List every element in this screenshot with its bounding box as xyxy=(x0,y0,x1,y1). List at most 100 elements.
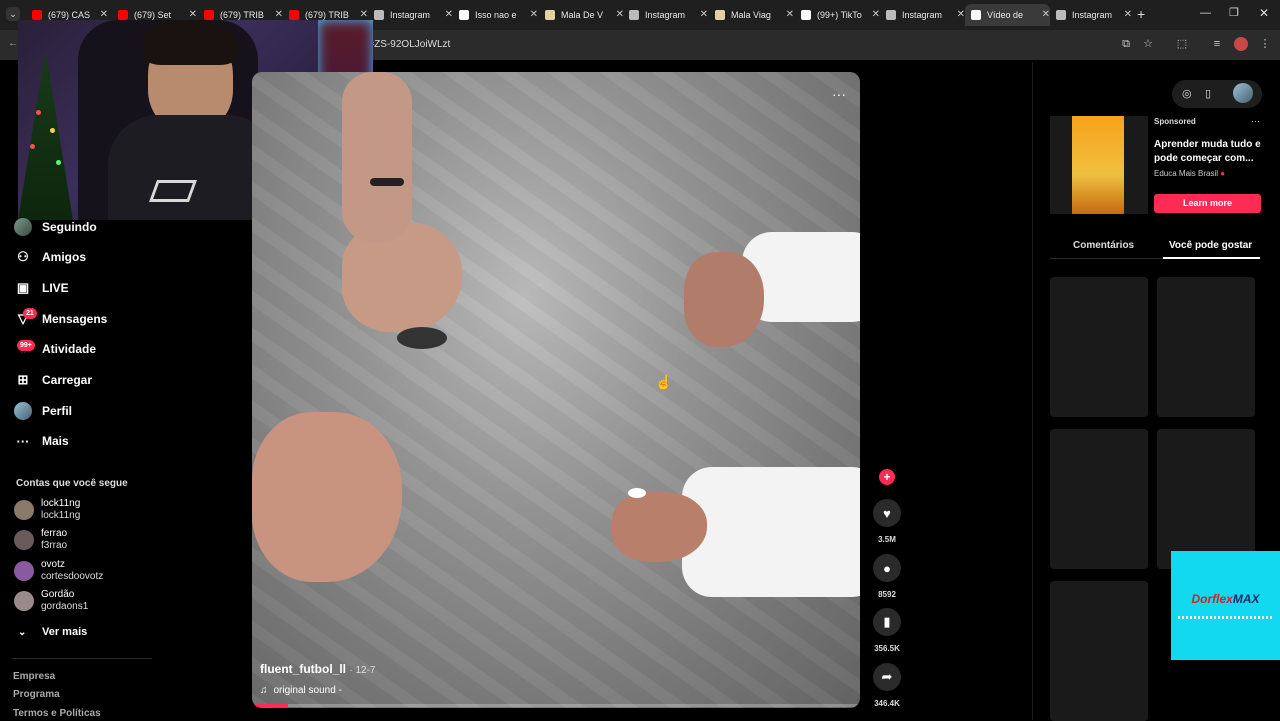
tab-you-may-like[interactable]: Você pode gostar xyxy=(1169,240,1252,251)
sidebar-item-perfil[interactable]: Perfil xyxy=(14,399,72,423)
close-tab-icon[interactable]: ✕ xyxy=(700,9,708,20)
author-name[interactable]: fluent_futbol_ll xyxy=(260,662,346,676)
sleeve-bottom-right xyxy=(682,467,860,597)
overlay-ad-logo: DorflexMAX xyxy=(1191,592,1259,606)
close-tab-icon[interactable]: ✕ xyxy=(100,9,108,20)
tab-favicon xyxy=(886,10,896,20)
extensions-icon[interactable]: ⬚ xyxy=(1175,37,1189,51)
live-icon: ▣ xyxy=(16,280,30,295)
new-tab-button[interactable]: + xyxy=(1137,6,1145,22)
tab-comments[interactable]: Comentários xyxy=(1073,240,1134,251)
browser-tab[interactable]: Mala De V ✕ xyxy=(539,4,624,26)
browser-tab[interactable]: Instagram ✕ xyxy=(368,4,453,26)
tab-search-icon[interactable]: ⌄ xyxy=(6,7,20,21)
tree-lights xyxy=(36,110,41,115)
hand-top-right xyxy=(684,252,764,347)
close-tab-icon[interactable]: ✕ xyxy=(530,9,538,20)
tab-favicon xyxy=(459,10,469,20)
comment-button[interactable]: ● xyxy=(873,554,901,582)
ad-more-icon[interactable]: ··· xyxy=(1251,116,1260,126)
like-button[interactable]: ♥ xyxy=(873,499,901,527)
video-author[interactable]: fluent_futbol_ll · 12-7 xyxy=(260,662,375,676)
share-button[interactable]: ➦ xyxy=(873,663,901,691)
browser-tab[interactable]: Instagram ✕ xyxy=(623,4,708,26)
sidebar-item-live[interactable]: ▣ LIVE xyxy=(14,276,69,300)
ad-title[interactable]: Aprender muda tudo e pode começar com... xyxy=(1154,138,1264,166)
followed-account[interactable]: ferrao f3rrao xyxy=(14,525,67,555)
followed-account[interactable]: lock11ng lock11ng xyxy=(14,495,80,525)
overlay-ad-banner[interactable]: DorflexMAX xyxy=(1171,551,1280,660)
maximize-button[interactable]: ❐ xyxy=(1229,6,1239,19)
progress-track[interactable] xyxy=(252,704,860,707)
address-bar[interactable]: _t=ZS-92OLJoiWLzt xyxy=(360,34,1110,56)
browser-tab[interactable]: (99+) TikTo ✕ xyxy=(795,4,880,26)
bookmark-star-icon[interactable]: ☆ xyxy=(1141,37,1155,51)
ad-thumbnail[interactable] xyxy=(1050,116,1148,214)
followed-account[interactable]: ovotz cortesdoovotz xyxy=(14,556,103,586)
close-tab-icon[interactable]: ✕ xyxy=(360,9,368,20)
more-options-icon[interactable]: ··· xyxy=(832,86,846,102)
tab-favicon xyxy=(374,10,384,20)
video-sound[interactable]: ♫ original sound - xyxy=(260,685,342,696)
suggested-video-tile[interactable] xyxy=(1050,581,1148,721)
browser-tab[interactable]: Mala Viag ✕ xyxy=(709,4,794,26)
mouse-cursor-icon: ☝ xyxy=(655,374,673,390)
tab-favicon xyxy=(204,10,214,20)
sidebar-item-mais[interactable]: ··· Mais xyxy=(14,429,69,453)
tab-label: Mala Viag xyxy=(731,10,771,20)
sponsored-label: Sponsored xyxy=(1154,117,1196,126)
close-tab-icon[interactable]: ✕ xyxy=(1124,9,1132,20)
browser-tab[interactable]: Instagram ✕ xyxy=(1050,4,1132,26)
sidebar-item-label: Mensagens xyxy=(42,312,108,326)
install-app-icon[interactable]: ⧉ xyxy=(1119,37,1133,51)
sidebar-divider xyxy=(12,658,152,659)
close-tab-icon[interactable]: ✕ xyxy=(189,9,197,20)
follow-plus-button[interactable]: + xyxy=(879,469,895,485)
sidebar-item-label: Mais xyxy=(42,434,69,448)
close-tab-icon[interactable]: ✕ xyxy=(786,9,794,20)
more-icon: ··· xyxy=(16,433,30,449)
learn-more-button[interactable]: Learn more xyxy=(1154,194,1261,213)
close-tab-icon[interactable]: ✕ xyxy=(445,9,453,20)
close-tab-icon[interactable]: ✕ xyxy=(275,9,283,20)
browser-tab[interactable]: Instagram ✕ xyxy=(880,4,965,26)
overlay-ad-fineprint xyxy=(1177,616,1274,619)
close-window-button[interactable]: ✕ xyxy=(1259,6,1269,20)
close-tab-icon[interactable]: ✕ xyxy=(1042,9,1050,20)
close-tab-icon[interactable]: ✕ xyxy=(872,9,880,20)
suggested-video-tile[interactable] xyxy=(1157,429,1255,569)
chevron-down-icon: ⌄ xyxy=(18,626,27,638)
suggested-video-tile[interactable] xyxy=(1050,429,1148,569)
friends-icon: ⚇ xyxy=(17,249,29,264)
suggested-video-tile[interactable] xyxy=(1050,277,1148,417)
footer-link[interactable]: Termos e Políticas xyxy=(13,708,101,719)
progress-fill xyxy=(252,704,289,707)
back-icon[interactable]: ← xyxy=(8,38,18,49)
browser-tab[interactable]: Vídeo de ✕ xyxy=(965,4,1050,26)
wrist-band xyxy=(370,178,404,186)
sidebar-item-label: Perfil xyxy=(42,404,73,418)
sidebar-item-amigos[interactable]: ⚇ Amigos xyxy=(14,245,86,269)
sidebar-item-seguindo[interactable]: Seguindo xyxy=(14,215,97,239)
browser-tab[interactable]: Isso nao e ✕ xyxy=(453,4,538,26)
suggested-video-tile[interactable] xyxy=(1157,277,1255,417)
close-tab-icon[interactable]: ✕ xyxy=(957,9,965,20)
minimize-button[interactable]: — xyxy=(1200,7,1211,19)
profile-avatar[interactable] xyxy=(1234,37,1248,51)
avatar xyxy=(14,561,34,581)
media-control-icon[interactable]: ≡ xyxy=(1210,37,1224,51)
see-more-button[interactable]: ⌄ Ver mais xyxy=(18,626,87,638)
footer-link[interactable]: Programa xyxy=(13,689,60,700)
followed-account[interactable]: Gordão gordaons1 xyxy=(14,586,88,616)
compass-icon[interactable]: ◎ xyxy=(1182,87,1192,100)
sidebar-item-carregar[interactable]: ⊞ Carregar xyxy=(14,368,92,392)
browser-menu-icon[interactable]: ⋮ xyxy=(1258,37,1272,51)
device-icon[interactable]: ▯ xyxy=(1205,87,1211,100)
bookmark-button[interactable]: ▮ xyxy=(873,608,901,636)
tab-label: Instagram xyxy=(1072,10,1113,20)
video-player[interactable]: ··· fluent_futbol_ll · 12-7 ♫ original s… xyxy=(252,72,860,708)
footer-link[interactable]: Empresa xyxy=(13,671,55,682)
upload-icon: ⊞ xyxy=(17,372,29,387)
tab-label: Instagram xyxy=(902,10,943,20)
user-avatar[interactable] xyxy=(1233,83,1253,103)
